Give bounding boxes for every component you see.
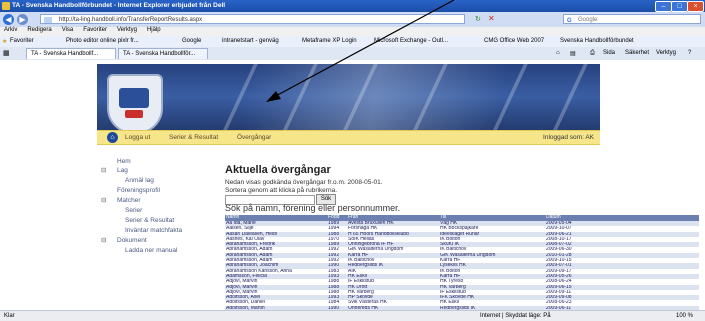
url-text: http://ta-ling.handboll.info/TransferRep… xyxy=(59,17,203,23)
search-label: Sök på namn, förening eller personnummer… xyxy=(225,203,401,213)
menu-bar: Arkiv Redigera Visa Favoriter Verktyg Hjälp xyxy=(0,27,705,36)
toolbar-sakerhet[interactable]: Säkerhet xyxy=(625,50,649,56)
home-icon[interactable]: ⌂ xyxy=(556,50,560,56)
sidebar-item-lag[interactable]: Lag xyxy=(117,167,128,174)
favorites-button[interactable]: Favoriter xyxy=(10,38,34,44)
fav-metaframe[interactable]: Metaframe XP Login xyxy=(302,38,357,44)
nav-overgangar[interactable]: Övergångar xyxy=(237,134,271,141)
menu-favoriter[interactable]: Favoriter xyxy=(83,27,107,33)
intro-text: Nedan visas godkända övergångar fr.o.m. … xyxy=(225,179,383,195)
sidebar-item-foreningsprofil[interactable]: Föreningsprofil xyxy=(117,187,160,194)
fav-google[interactable]: Google xyxy=(182,38,201,44)
status-bar: Klar Internet | Skyddat läge: På 100 % xyxy=(0,310,705,321)
menu-arkiv[interactable]: Arkiv xyxy=(4,27,17,33)
collapse-icon[interactable]: ⊟ xyxy=(101,236,106,244)
menu-verktyg[interactable]: Verktyg xyxy=(117,27,137,33)
address-bar: ◀ ▶ http://ta-ling.handboll.info/Transfe… xyxy=(0,12,705,27)
quick-tabs-icon[interactable]: ▦ xyxy=(3,49,10,57)
star-icon: ★ xyxy=(2,39,8,45)
sidebar-item-serier-resultat[interactable]: Serier & Resultat xyxy=(125,217,174,224)
google-icon: G xyxy=(567,18,572,24)
menu-redigera[interactable]: Redigera xyxy=(27,27,51,33)
collapse-icon[interactable]: ⊟ xyxy=(101,166,106,174)
minimize-button[interactable]: – xyxy=(655,1,672,12)
sidebar-item-invantar[interactable]: Inväntar matchfakta xyxy=(125,227,182,234)
search-input[interactable]: G Google xyxy=(563,14,701,24)
zone-text: Internet | Skyddat läge: På xyxy=(480,313,551,319)
back-icon[interactable]: ◀ xyxy=(3,14,14,25)
fav-exchange[interactable]: Microsoft Exchange - Outl... xyxy=(374,38,448,44)
home-logo-icon[interactable]: ⌂ xyxy=(107,132,118,143)
transfers-table: Namn Född Från Till Datum Aa Ida, Marie 1989 Av… xyxy=(225,215,699,317)
print-icon[interactable]: ⎙ xyxy=(590,50,595,57)
toolbar-verktyg[interactable]: Verktyg xyxy=(656,50,676,56)
window-titlebar: TA - Svenska Handbollförbundet - Interne… xyxy=(0,0,705,12)
search-placeholder: Google xyxy=(578,17,598,23)
refresh-icon[interactable]: ↻ xyxy=(475,15,481,23)
help-icon[interactable]: ? xyxy=(688,50,691,56)
page-icon xyxy=(44,17,52,23)
page-title: Aktuella övergångar xyxy=(225,164,331,176)
federation-logo xyxy=(107,74,163,134)
status-text: Klar xyxy=(4,313,15,319)
menu-hjalp[interactable]: Hjälp xyxy=(147,27,161,33)
url-input[interactable]: http://ta-ling.handboll.info/TransferRep… xyxy=(40,14,465,24)
sidebar: Hem ⊟ Lag Anmäl lag Föreningsprofil ⊟ Ma… xyxy=(97,152,209,312)
intro-line-1: Nedan visas godkända övergångar fr.o.m. … xyxy=(225,179,383,186)
nav-serier-resultat[interactable]: Serier & Resultat xyxy=(169,134,218,141)
intro-line-2: Sortera genom att klicka på rubrikerna. xyxy=(225,187,337,194)
toolbar-sida[interactable]: Sida xyxy=(603,50,615,56)
tab-bar: ▦ TA - Svenska Handbollf... TA - Svenska… xyxy=(0,47,705,61)
fav-handbollforbundet[interactable]: Svenska Handbollförbundet xyxy=(560,38,634,44)
fav-cmg[interactable]: CMG Office Web 2007 xyxy=(484,38,544,44)
sidebar-item-dokument[interactable]: Dokument xyxy=(117,237,147,244)
maximize-button[interactable]: □ xyxy=(671,1,688,12)
fav-photo-editor[interactable]: Photo editor online pixlr fr... xyxy=(66,38,139,44)
sidebar-item-matcher[interactable]: Matcher xyxy=(117,197,140,204)
zoom-level[interactable]: 100 % xyxy=(676,313,693,319)
window-title: TA - Svenska Handbollförbundet - Interne… xyxy=(12,2,226,9)
fav-intranetstart[interactable]: intranetstart - genväg xyxy=(222,38,279,44)
site-banner xyxy=(97,64,600,136)
close-button[interactable]: × xyxy=(687,1,704,12)
menu-visa[interactable]: Visa xyxy=(62,27,74,33)
tab-handboll-1[interactable]: TA - Svenska Handbollf... xyxy=(26,48,116,59)
collapse-icon[interactable]: ⊟ xyxy=(101,196,106,204)
site-nav: ⌂ Logga ut Serier & Resultat Övergångar … xyxy=(97,130,600,145)
login-status: Inloggad som: AK xyxy=(543,134,594,141)
feeds-icon[interactable]: ▤ xyxy=(570,50,576,57)
sidebar-item-serier[interactable]: Serier xyxy=(125,207,142,214)
forward-icon[interactable]: ▶ xyxy=(17,14,28,25)
tab-handboll-2[interactable]: TA - Svenska Handbollför... xyxy=(118,48,208,59)
sidebar-item-hem[interactable]: Hem xyxy=(117,158,131,165)
sidebar-item-anmal-lag[interactable]: Anmäl lag xyxy=(125,177,154,184)
sidebar-item-ladda-ner-manual[interactable]: Ladda ner manual xyxy=(125,247,177,254)
nav-logga-ut[interactable]: Logga ut xyxy=(125,134,150,141)
ie-icon xyxy=(2,2,10,10)
stop-icon[interactable]: ✕ xyxy=(488,14,495,23)
